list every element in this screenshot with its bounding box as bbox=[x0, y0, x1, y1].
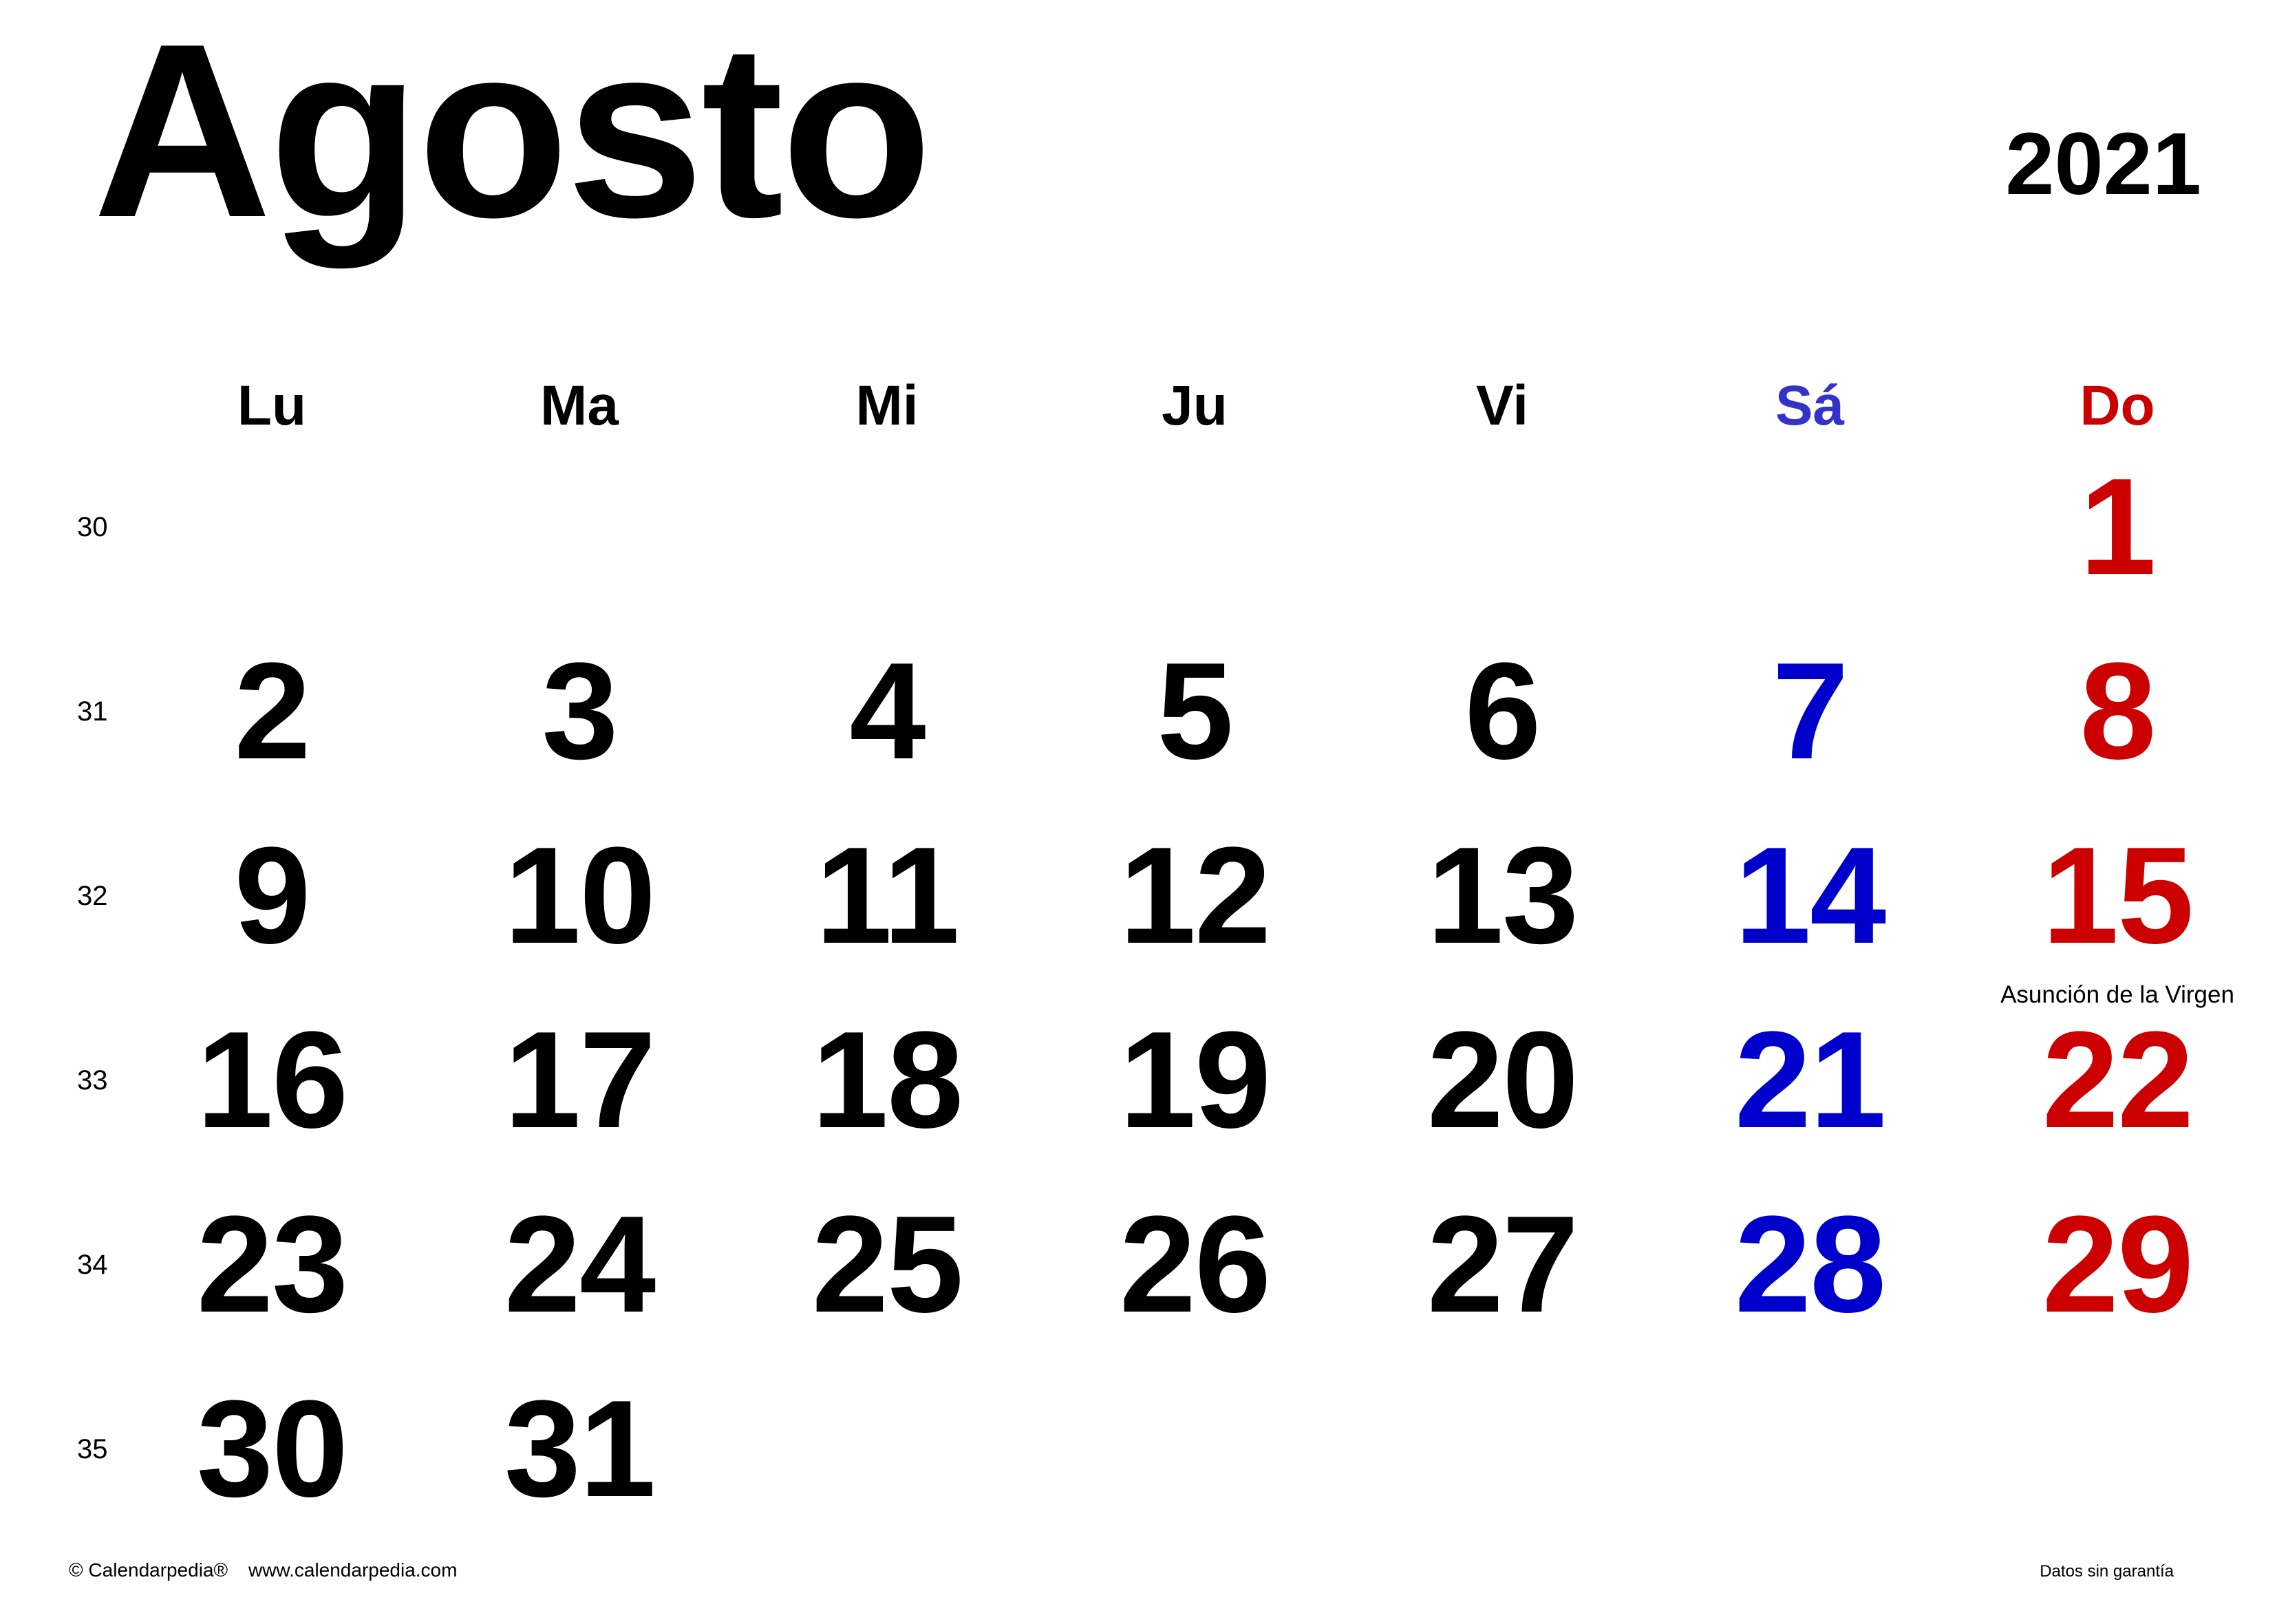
day-number: 13 bbox=[1426, 819, 1579, 972]
day-cell[interactable]: 24 bbox=[435, 1173, 724, 1357]
week-row: 35 30 31 bbox=[0, 1357, 2277, 1541]
day-cell[interactable]: 5 bbox=[1050, 619, 1339, 804]
day-cell[interactable]: 4 bbox=[742, 619, 1031, 804]
day-number: 16 bbox=[196, 1003, 348, 1157]
day-number: 3 bbox=[542, 634, 618, 788]
day-cell[interactable]: 22 bbox=[1973, 988, 2262, 1173]
day-number: 4 bbox=[849, 634, 926, 788]
day-cell[interactable]: 10 bbox=[435, 804, 724, 988]
day-number: 18 bbox=[811, 1003, 963, 1157]
day-number: 26 bbox=[1119, 1188, 1271, 1341]
day-cell[interactable]: 26 bbox=[1050, 1173, 1339, 1357]
footer-left: © Calendarpedia® www.calendarpedia.com bbox=[69, 1557, 457, 1584]
day-number: 14 bbox=[1734, 819, 1886, 972]
day-cell[interactable]: 15 Asunción de la Virgen bbox=[1973, 804, 2262, 1008]
day-number: 10 bbox=[504, 819, 656, 972]
day-number: 17 bbox=[504, 1003, 656, 1157]
day-number: 30 bbox=[196, 1372, 348, 1526]
day-number: 2 bbox=[234, 634, 310, 788]
day-number: 5 bbox=[1157, 634, 1233, 788]
day-number: 25 bbox=[811, 1188, 963, 1341]
day-cell[interactable]: 29 bbox=[1973, 1173, 2262, 1357]
day-number: 1 bbox=[2080, 450, 2156, 603]
week-row: 31 2 3 4 5 6 7 8 bbox=[0, 619, 2277, 804]
day-cell[interactable]: 7 bbox=[1665, 619, 1954, 804]
day-number: 20 bbox=[1426, 1003, 1579, 1157]
day-cell[interactable]: 6 bbox=[1358, 619, 1647, 804]
day-number: 9 bbox=[234, 819, 310, 972]
day-cell[interactable]: 12 bbox=[1050, 804, 1339, 988]
day-number: 29 bbox=[2042, 1188, 2194, 1341]
day-cell[interactable]: 14 bbox=[1665, 804, 1954, 988]
day-cell[interactable]: 16 bbox=[127, 988, 416, 1173]
day-cell[interactable]: 31 bbox=[435, 1357, 724, 1541]
day-cell[interactable]: 23 bbox=[127, 1173, 416, 1357]
day-number: 12 bbox=[1119, 819, 1271, 972]
day-cell[interactable]: 21 bbox=[1665, 988, 1954, 1173]
day-cell[interactable]: 28 bbox=[1665, 1173, 1954, 1357]
day-number: 8 bbox=[2080, 634, 2156, 788]
day-number: 11 bbox=[815, 819, 959, 972]
day-cell[interactable]: 11 bbox=[742, 804, 1031, 988]
day-number: 24 bbox=[504, 1188, 656, 1341]
month-title: Agosto bbox=[93, 0, 932, 269]
day-number: 23 bbox=[196, 1188, 348, 1341]
day-cell[interactable]: 20 bbox=[1358, 988, 1647, 1173]
week-number: 30 bbox=[77, 512, 108, 542]
day-cell[interactable]: 25 bbox=[742, 1173, 1031, 1357]
copyright-text: © Calendarpedia® bbox=[69, 1559, 228, 1581]
week-row: 30 1 bbox=[0, 435, 2277, 619]
day-cell[interactable]: 13 bbox=[1358, 804, 1647, 988]
day-cell[interactable]: 30 bbox=[127, 1357, 416, 1541]
day-number: 22 bbox=[2042, 1003, 2194, 1157]
day-number: 31 bbox=[504, 1372, 656, 1526]
week-row: 33 16 17 18 19 20 21 22 bbox=[0, 988, 2277, 1173]
week-row: 34 23 24 25 26 27 28 29 bbox=[0, 1173, 2277, 1357]
day-cell[interactable]: 3 bbox=[435, 619, 724, 804]
day-cell[interactable]: 9 bbox=[127, 804, 416, 988]
day-number: 6 bbox=[1464, 634, 1541, 788]
day-number: 21 bbox=[1734, 1003, 1886, 1157]
day-cell[interactable]: 27 bbox=[1358, 1173, 1647, 1357]
day-number: 19 bbox=[1119, 1003, 1271, 1157]
day-number: 7 bbox=[1772, 634, 1848, 788]
day-cell[interactable]: 8 bbox=[1973, 619, 2262, 804]
website-text: www.calendarpedia.com bbox=[248, 1559, 458, 1581]
day-cell[interactable]: 1 bbox=[1973, 435, 2262, 619]
day-cell[interactable]: 19 bbox=[1050, 988, 1339, 1173]
day-cell[interactable]: 17 bbox=[435, 988, 724, 1173]
disclaimer-text: Datos sin garantía bbox=[2040, 1562, 2174, 1581]
day-cell[interactable]: 2 bbox=[127, 619, 416, 804]
day-cell[interactable]: 18 bbox=[742, 988, 1031, 1173]
day-number: 28 bbox=[1734, 1188, 1886, 1341]
year-label: 2021 bbox=[2005, 115, 2201, 213]
day-number: 27 bbox=[1426, 1188, 1579, 1341]
day-number: 15 bbox=[2042, 819, 2194, 972]
week-row: 32 9 10 11 12 13 14 15 Asunción de la Virgen bbox=[0, 804, 2277, 1008]
